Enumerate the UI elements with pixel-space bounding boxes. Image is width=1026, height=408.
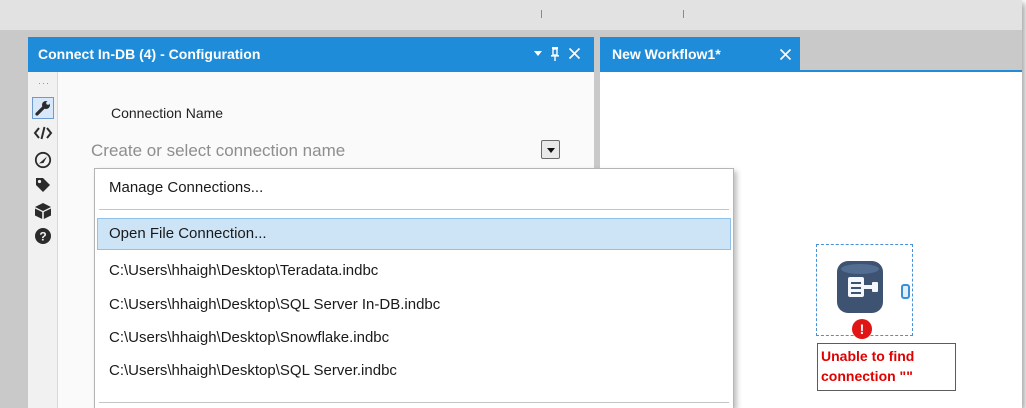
toolbar-divider <box>541 10 542 18</box>
output-anchor[interactable] <box>901 284 910 299</box>
connection-dropdown-menu: Manage Connections... Open File Connecti… <box>94 168 734 408</box>
pin-icon[interactable] <box>549 43 561 69</box>
config-icon-bar: ··· ? <box>28 72 58 408</box>
app-window: Connect In-DB (4) - Configuration ··· ? … <box>0 0 1022 408</box>
connection-dropdown-button[interactable] <box>541 140 560 159</box>
package-icon[interactable] <box>32 200 54 222</box>
svg-text:?: ? <box>39 230 46 244</box>
menu-item-teradata[interactable]: C:\Users\hhaigh\Desktop\Teradata.indbc <box>97 255 731 287</box>
error-message-line: connection "" <box>821 368 913 384</box>
menu-item-open-file-connection[interactable]: Open File Connection... <box>97 218 731 250</box>
connection-name-label: Connection Name <box>111 105 224 121</box>
close-tab-close-icon[interactable] <box>779 44 792 70</box>
error-message-box: Unable to find connection "" <box>817 343 956 391</box>
grip-dots-icon: ··· <box>38 78 50 88</box>
menu-item-sql-server[interactable]: C:\Users\hhaigh\Desktop\SQL Server.indbc <box>97 355 731 387</box>
tag-icon[interactable] <box>32 174 54 196</box>
menu-separator <box>99 209 729 210</box>
error-badge-icon: ! <box>852 319 872 339</box>
help-icon[interactable]: ? <box>32 225 54 247</box>
menu-item-manage-connections[interactable]: Manage Connections... <box>97 172 731 204</box>
menu-separator <box>99 402 729 403</box>
workflow-tab-title: New Workflow1* <box>612 46 721 62</box>
wrench-icon[interactable] <box>32 97 54 119</box>
panel-menu-chevron-down-icon[interactable] <box>533 43 543 69</box>
tab-new-workflow[interactable]: New Workflow1* <box>600 37 800 72</box>
close-panel-close-icon[interactable] <box>568 43 581 69</box>
menu-item-sql-server-in-db[interactable]: C:\Users\hhaigh\Desktop\SQL Server In-DB… <box>97 289 731 321</box>
toolbar-divider <box>683 10 684 18</box>
menu-item-snowflake[interactable]: C:\Users\hhaigh\Desktop\Snowflake.indbc <box>97 322 731 354</box>
code-icon[interactable] <box>32 122 54 144</box>
config-panel-header: Connect In-DB (4) - Configuration <box>28 37 594 72</box>
chevron-down-icon <box>546 147 555 153</box>
navigate-icon[interactable] <box>32 149 54 171</box>
error-message-line: Unable to find <box>821 348 915 364</box>
connection-name-input[interactable] <box>91 137 561 165</box>
database-connect-icon <box>837 261 883 313</box>
top-toolbar-strip <box>0 0 1022 30</box>
config-panel-title: Connect In-DB (4) - Configuration <box>38 46 261 62</box>
